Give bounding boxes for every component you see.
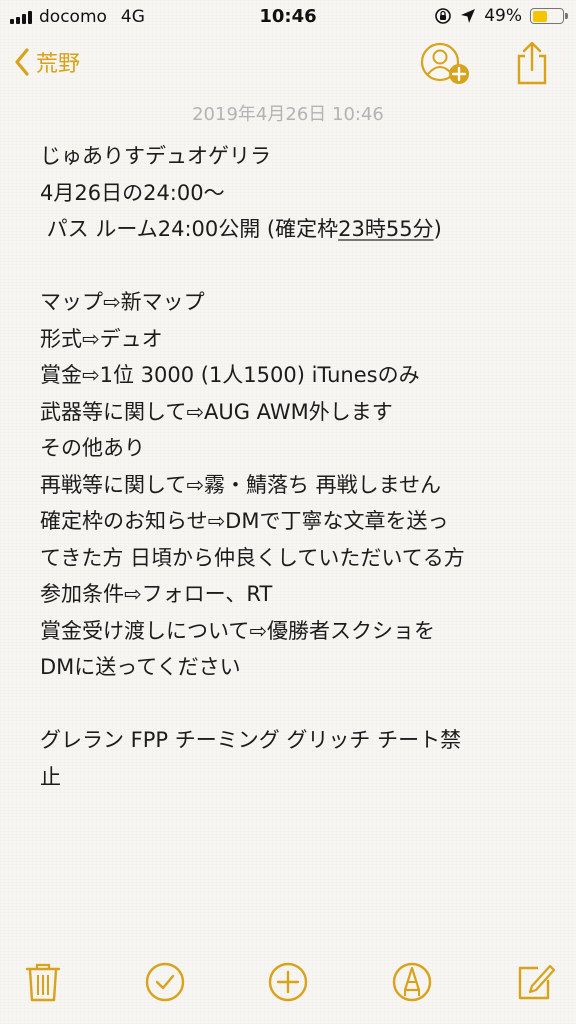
share-button[interactable]: [512, 40, 552, 86]
status-right: 49%: [434, 6, 568, 26]
battery-fill: [532, 10, 547, 22]
note-line: 参加条件⇨フォロー、RT: [40, 582, 273, 606]
note-line: パス ルーム24:00公開 (確定枠23時55分): [40, 217, 442, 241]
back-button[interactable]: 荒野: [14, 46, 80, 78]
note-date: 2019年4月26日 10:46: [192, 104, 384, 125]
nav-bar: 荒野: [0, 34, 576, 98]
add-person-button[interactable]: [418, 40, 472, 88]
note-line: 確定枠のお知らせ⇨DMで丁寧な文章を送っ: [40, 509, 449, 533]
battery-percent: 49%: [484, 6, 522, 26]
note-line: 賞金⇨1位 3000 (1人1500) iTunesのみ: [40, 363, 420, 387]
trash-icon: [25, 963, 61, 1002]
note-body[interactable]: じゅありすデュオゲリラ 4月26日の24:00〜 パス ルーム24:00公開 (…: [40, 138, 550, 795]
back-label: 荒野: [36, 52, 81, 77]
compose-button[interactable]: [514, 960, 558, 1004]
note-line: [40, 248, 550, 285]
checklist-icon: [145, 962, 185, 1002]
note-line: てきた方 日頃から仲良くしていただいてる方: [40, 545, 465, 570]
note-line: [40, 686, 550, 723]
battery-icon: [530, 8, 568, 24]
note-line: その他あり: [40, 436, 145, 460]
underlined-text: 23時55分: [338, 217, 434, 241]
orientation-lock-icon: [435, 8, 452, 24]
compose-icon: [518, 964, 556, 1000]
note-line: 賞金受け渡しについて⇨優勝者スクショを: [40, 618, 435, 643]
note-line: じゅありすデュオゲリラ: [40, 144, 271, 168]
note-line: 止: [40, 764, 61, 789]
note-line: 再戦等に関して⇨霧・鯖落ち 再戦しません: [40, 472, 442, 497]
add-button[interactable]: [266, 960, 310, 1004]
note-line: 武器等に関して⇨AUG AWM外します: [40, 399, 393, 424]
location-arrow-icon: [461, 9, 476, 23]
note-line: グレラン FPP チーミング グリッチ チート禁: [40, 728, 462, 752]
checklist-button[interactable]: [143, 960, 187, 1004]
add-icon: [268, 962, 308, 1002]
note-line: 4月26日の24:00〜: [40, 180, 225, 205]
note-line: 形式⇨デュオ: [40, 326, 163, 351]
note-line: マップ⇨新マップ: [40, 290, 205, 314]
share-icon: [517, 41, 547, 85]
sketch-button[interactable]: [390, 960, 434, 1004]
status-bar: docomo 4G 10:46 49%: [0, 0, 576, 34]
add-person-icon: [420, 42, 469, 84]
delete-button[interactable]: [21, 960, 65, 1004]
bottom-toolbar: [0, 944, 576, 1024]
note-line: DMに送ってください: [40, 655, 241, 679]
chevron-left-icon: [15, 48, 29, 76]
sketch-icon: [392, 962, 432, 1002]
